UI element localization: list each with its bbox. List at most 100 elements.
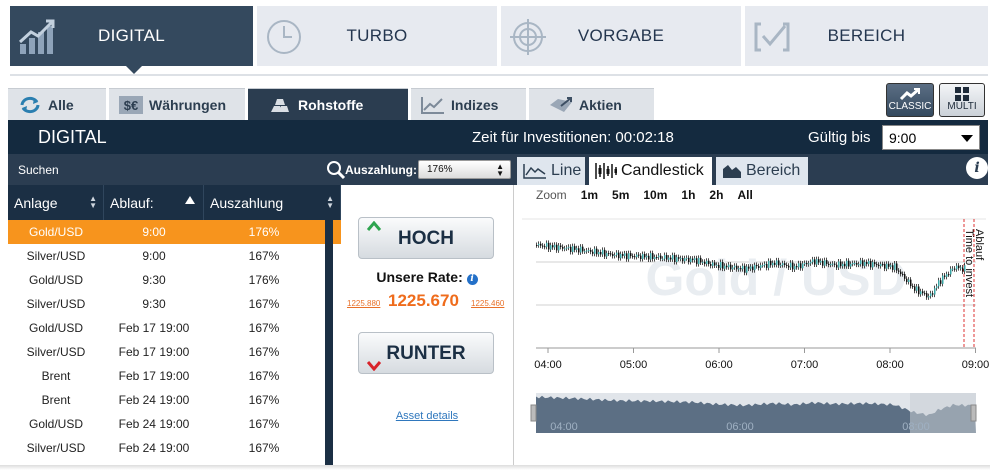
chevron-up-icon: [367, 221, 381, 231]
candle-body: [538, 243, 540, 246]
multi-view-button[interactable]: MULTI: [939, 83, 985, 117]
tab-bereich[interactable]: BEREICH: [745, 6, 988, 66]
candle-body: [782, 263, 784, 266]
table-row[interactable]: Brent Feb 17 19:00 167%: [8, 364, 341, 388]
payout-select[interactable]: 176% ▲ ▼: [418, 160, 511, 179]
candle-body: [654, 256, 656, 259]
candle-body: [768, 260, 770, 268]
target-icon: [510, 19, 546, 55]
tab-indizes[interactable]: Indizes: [411, 88, 526, 120]
price-chart[interactable]: Gold / USD Ablauf Time to invest 04:00 05…: [514, 185, 989, 465]
asset-details-link[interactable]: Asset details: [341, 410, 513, 422]
candle-body: [614, 255, 616, 257]
table-row[interactable]: Gold/USD 9:00 176%: [8, 220, 341, 244]
col-anlage[interactable]: Anlage ▲ ▼: [8, 185, 104, 220]
table-row[interactable]: Silver/USD Feb 24 19:00 167%: [8, 436, 341, 460]
candle-body: [628, 253, 630, 260]
tab-turbo[interactable]: TURBO: [257, 6, 497, 66]
candle-body: [634, 256, 636, 258]
tab-rohstoffe[interactable]: Rohstoffe: [248, 88, 408, 120]
candle-body: [790, 262, 792, 268]
table-scrollbar[interactable]: [325, 220, 333, 470]
candle-body: [552, 245, 554, 248]
tab-line[interactable]: Line: [517, 157, 585, 185]
expiry-cell: Feb 24 19:00: [118, 417, 190, 431]
sort-icon: ▲ ▼: [326, 194, 334, 210]
classic-view-button[interactable]: CLASSIC: [886, 83, 934, 117]
table-row[interactable]: Silver/USD 9:30 167%: [8, 292, 341, 316]
col-auszahlung[interactable]: Auszahlung ▲ ▼: [204, 185, 341, 220]
table-row[interactable]: Silver/USD 9:00 167%: [8, 244, 341, 268]
info-icon[interactable]: i: [466, 274, 478, 285]
chevron-down-icon: [367, 361, 381, 371]
candle-body: [784, 263, 786, 265]
candle-body: [916, 286, 918, 291]
valid-until-select[interactable]: 9:00: [882, 125, 980, 150]
tab-area[interactable]: Bereich: [716, 157, 808, 185]
candle-body: [760, 265, 762, 268]
table-row[interactable]: Brent Feb 24 19:00 167%: [8, 388, 341, 412]
candle-body: [566, 247, 568, 249]
tab-label: DIGITAL: [98, 26, 165, 45]
candle-body: [652, 253, 654, 259]
current-rate: 1225.670: [388, 291, 459, 310]
tab-aktien[interactable]: Aktien: [529, 88, 654, 120]
table-row[interactable]: Gold/USD 9:30 176%: [8, 268, 341, 292]
candle-body: [564, 248, 566, 250]
candle-body: [856, 263, 858, 265]
search-input[interactable]: Suchen: [18, 163, 59, 177]
candle-body: [548, 242, 550, 250]
divider: [10, 74, 988, 76]
candle-body: [788, 265, 790, 268]
payout-cell: 176%: [248, 225, 280, 239]
candle-body: [612, 254, 614, 257]
candle-body: [604, 249, 606, 257]
candle-body: [926, 293, 928, 298]
candle-body: [720, 262, 722, 268]
navigator-label: 06:00: [726, 421, 754, 433]
navigator-handle-right[interactable]: [970, 404, 977, 422]
search-icon[interactable]: [326, 160, 346, 180]
candle-body: [880, 264, 882, 267]
candle-body: [668, 257, 670, 260]
candle-body: [864, 261, 866, 266]
page-title: DIGITAL: [38, 127, 107, 147]
tab-digital[interactable]: DIGITAL: [10, 6, 253, 74]
info-icon[interactable]: i: [966, 157, 988, 179]
candle-body: [582, 246, 584, 252]
tab-label: Alle: [48, 96, 74, 113]
table-row[interactable]: Silver/USD Feb 17 19:00 167%: [8, 340, 341, 364]
tab-waehrungen[interactable]: $€ Währungen: [109, 88, 245, 120]
rate-low[interactable]: 1225.880: [347, 299, 380, 308]
rate-label: Unsere Rate:: [376, 269, 463, 285]
candle-body: [792, 262, 794, 270]
candle-body: [812, 259, 814, 263]
candle-body: [570, 246, 572, 252]
currency-icon: $€: [119, 95, 143, 114]
runter-button[interactable]: RUNTER: [358, 332, 494, 374]
range-check-icon: [754, 22, 790, 52]
navigator-handle-left[interactable]: [530, 404, 537, 422]
payout-cell: 167%: [248, 297, 280, 311]
table-header: Anlage ▲ ▼ Ablauf: Auszahlung ▲ ▼: [8, 185, 341, 220]
candle-body: [882, 264, 884, 266]
hoch-button[interactable]: HOCH: [358, 217, 494, 259]
candle-body: [898, 270, 900, 272]
table-row[interactable]: Gold/USD Feb 24 19:00 167%: [8, 412, 341, 436]
candle-body: [588, 250, 590, 252]
tab-vorgabe[interactable]: VORGABE: [501, 6, 741, 66]
col-ablauf[interactable]: Ablauf:: [104, 185, 204, 220]
tab-label: TURBO: [346, 26, 408, 45]
candle-body: [724, 265, 726, 269]
candle-body: [808, 263, 810, 265]
tab-label: Line: [551, 162, 582, 179]
rate-high[interactable]: 1225.460: [471, 299, 504, 308]
candle-body: [830, 264, 832, 266]
rate-label-row: Unsere Rate: i: [341, 269, 513, 285]
candle-body: [924, 293, 926, 295]
tab-alle[interactable]: Alle: [8, 88, 106, 120]
candle-body: [728, 264, 730, 268]
candle-body: [574, 246, 576, 250]
tab-candlestick[interactable]: Candlestick: [589, 157, 712, 185]
table-row[interactable]: Gold/USD Feb 17 19:00 167%: [8, 316, 341, 340]
